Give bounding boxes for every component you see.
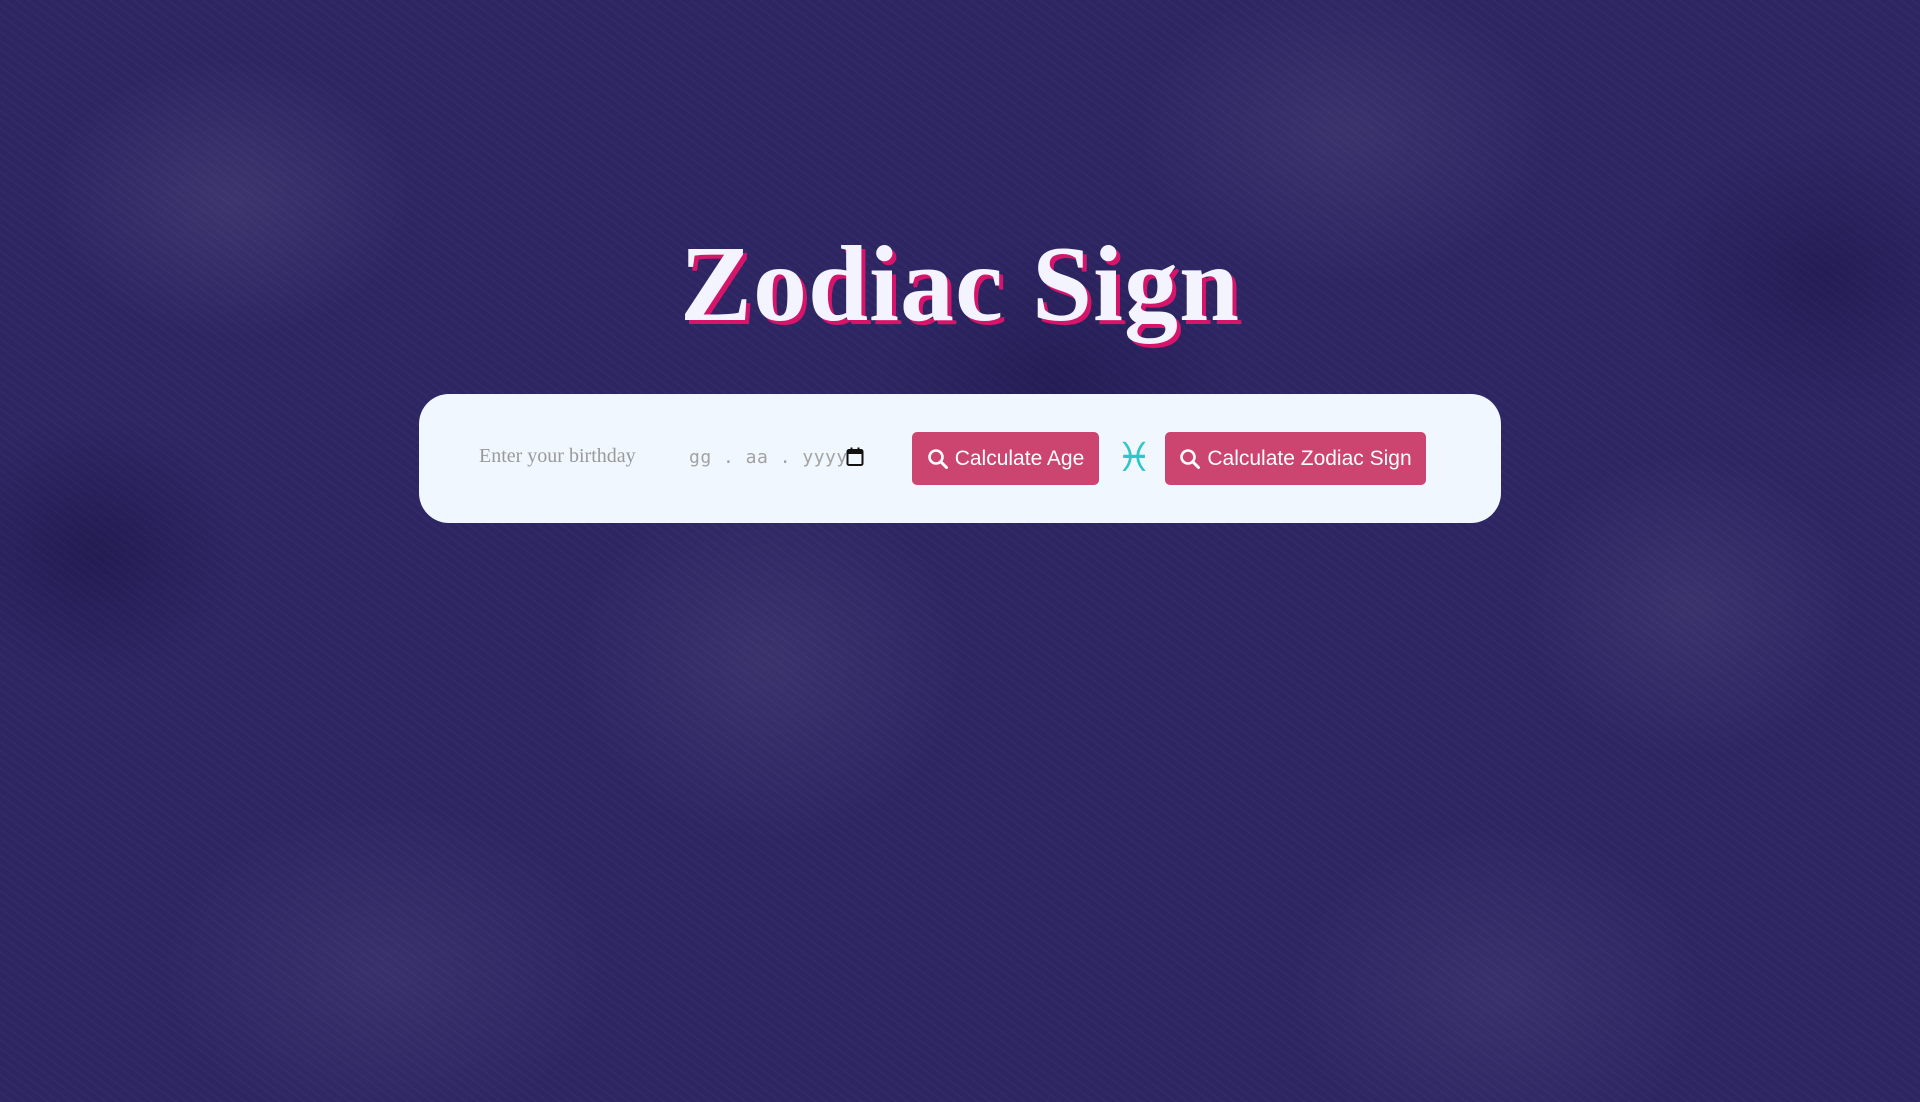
birthday-form-panel: Enter your birthday gg . aa . yyyy Calcu… (419, 394, 1501, 523)
pisces-icon: ♓ (1116, 435, 1152, 481)
birthday-date-input[interactable]: gg . aa . yyyy (689, 440, 864, 474)
calculate-age-button[interactable]: Calculate Age (912, 432, 1099, 485)
calculate-age-label: Calculate Age (954, 446, 1085, 470)
search-icon (1180, 448, 1201, 469)
birthday-label: Enter your birthday (479, 445, 636, 467)
search-icon (927, 448, 948, 469)
page-title: Zodiac Sign (679, 225, 1241, 344)
calendar-icon[interactable] (846, 447, 864, 467)
calculate-zodiac-sign-button[interactable]: Calculate Zodiac Sign (1165, 432, 1426, 485)
date-input-placeholder: gg . aa . yyyy (689, 446, 848, 468)
calculate-zodiac-sign-label: Calculate Zodiac Sign (1207, 446, 1412, 470)
